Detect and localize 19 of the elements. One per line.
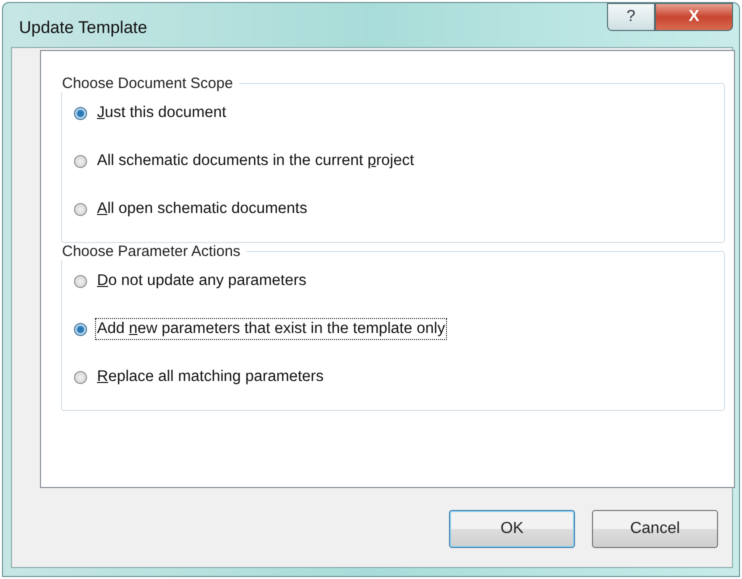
radio-button[interactable] [74,106,87,120]
dialog-button[interactable]: Cancel [592,510,718,548]
radio-button[interactable] [74,370,87,384]
option-label[interactable]: All schematic documents in the current project [95,150,416,172]
option-label[interactable]: Just this document [95,102,228,124]
radio-button[interactable] [74,274,87,288]
option-label[interactable]: All open schematic documents [95,198,310,220]
dialog-button[interactable]: OK [449,510,575,548]
radio-button[interactable] [74,202,87,216]
radio-button[interactable] [74,154,87,168]
group-title: Choose Parameter Actions [61,243,242,260]
option-label[interactable]: Replace all matching parameters [95,366,326,388]
radio-button[interactable] [74,322,87,336]
close-button[interactable]: X [655,3,733,31]
option-label[interactable]: Add new parameters that exist in the template only [95,318,448,340]
window-title: Update Template [19,18,148,38]
option-label[interactable]: Do not update any parameters [95,270,308,292]
help-button[interactable]: ? [607,3,655,31]
group-title: Choose Document Scope [61,75,234,92]
